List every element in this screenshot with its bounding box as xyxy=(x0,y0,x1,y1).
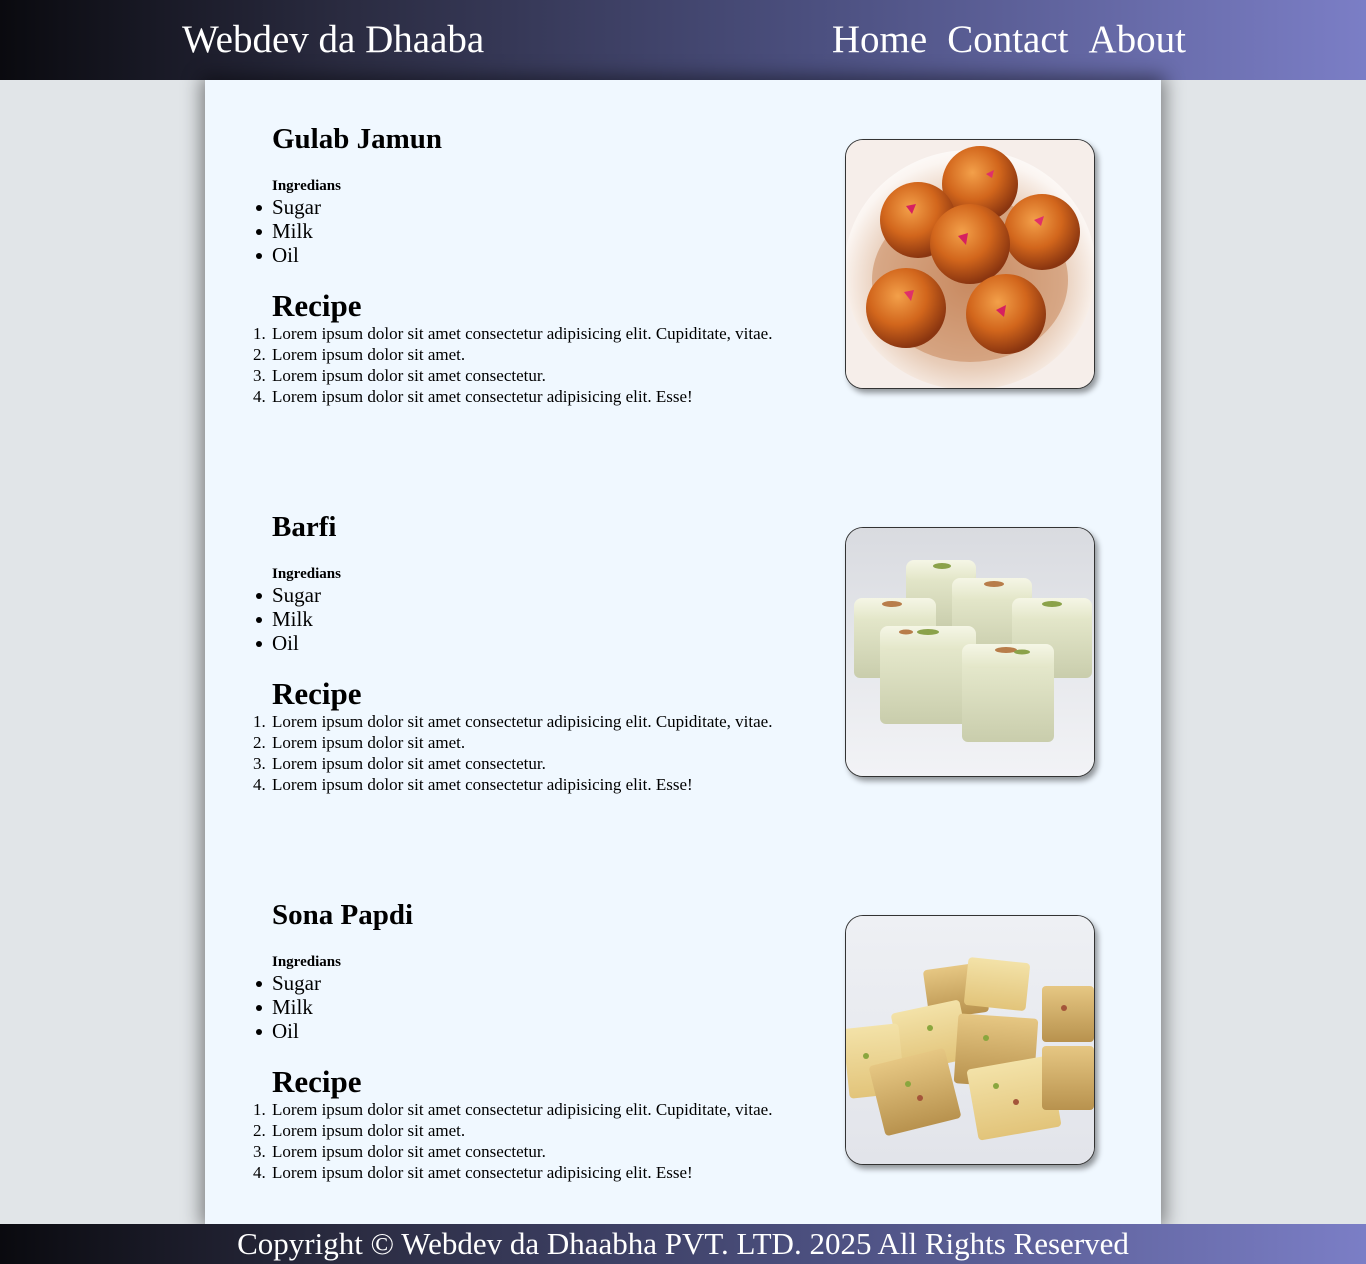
recipe-step: Lorem ipsum dolor sit amet consectetur. xyxy=(253,365,546,386)
ingredient-item: Milk xyxy=(256,219,321,243)
recipe-step: Lorem ipsum dolor sit amet consectetur a… xyxy=(253,323,773,344)
nav-about-link[interactable]: About xyxy=(1089,16,1187,64)
ingredient-item: Sugar xyxy=(256,583,321,607)
recipe-step: Lorem ipsum dolor sit amet consectetur a… xyxy=(253,711,773,732)
dish-card-sona-papdi: Sona Papdi Ingredians Sugar Milk Oil Rec… xyxy=(205,856,1161,1244)
recipe-step: Lorem ipsum dolor sit amet consectetur. xyxy=(253,753,546,774)
recipe-title: Recipe xyxy=(272,288,362,323)
copyright-text: Copyright © Webdev da Dhaabha PVT. LTD. … xyxy=(237,1226,1129,1261)
nav-home-link[interactable]: Home xyxy=(832,16,927,64)
ingredients-list: Sugar Milk Oil xyxy=(256,583,321,655)
recipe-step: Lorem ipsum dolor sit amet consectetur a… xyxy=(253,386,693,407)
ingredient-item: Milk xyxy=(256,995,321,1019)
recipe-steps: Lorem ipsum dolor sit amet consectetur a… xyxy=(253,711,773,795)
recipe-step: Lorem ipsum dolor sit amet. xyxy=(253,1120,466,1141)
dish-card-gulab-jamun: Gulab Jamun Ingredians Sugar Milk Oil Re… xyxy=(205,80,1161,468)
ingredients-label: Ingredians xyxy=(272,954,341,970)
dish-title: Gulab Jamun xyxy=(272,123,443,155)
recipe-title: Recipe xyxy=(272,1064,362,1099)
gulab-jamun-image xyxy=(845,139,1095,389)
ingredient-item: Sugar xyxy=(256,195,321,219)
ingredients-label: Ingredians xyxy=(272,566,341,582)
site-brand[interactable]: Webdev da Dhaaba xyxy=(182,16,484,64)
recipe-steps: Lorem ipsum dolor sit amet consectetur a… xyxy=(253,323,773,407)
ingredients-list: Sugar Milk Oil xyxy=(256,971,321,1043)
ingredient-item: Oil xyxy=(256,1019,321,1043)
ingredients-list: Sugar Milk Oil xyxy=(256,195,321,267)
main-content: Gulab Jamun Ingredians Sugar Milk Oil Re… xyxy=(205,80,1161,1224)
dish-title: Barfi xyxy=(272,511,337,543)
nav-links: Home Contact About xyxy=(832,16,1186,64)
recipe-step: Lorem ipsum dolor sit amet consectetur a… xyxy=(253,774,693,795)
recipe-step: Lorem ipsum dolor sit amet. xyxy=(253,732,466,753)
recipe-steps: Lorem ipsum dolor sit amet consectetur a… xyxy=(253,1099,773,1183)
nav-contact-link[interactable]: Contact xyxy=(947,16,1068,64)
dish-card-barfi: Barfi Ingredians Sugar Milk Oil Recipe L… xyxy=(205,468,1161,856)
recipe-step: Lorem ipsum dolor sit amet consectetur a… xyxy=(253,1099,773,1120)
ingredient-item: Sugar xyxy=(256,971,321,995)
recipe-step: Lorem ipsum dolor sit amet consectetur. xyxy=(253,1141,546,1162)
recipe-step: Lorem ipsum dolor sit amet consectetur a… xyxy=(253,1162,693,1183)
recipe-title: Recipe xyxy=(272,676,362,711)
barfi-image xyxy=(845,527,1095,777)
recipe-step: Lorem ipsum dolor sit amet. xyxy=(253,344,466,365)
ingredient-item: Milk xyxy=(256,607,321,631)
dish-title: Sona Papdi xyxy=(272,899,414,931)
sona-papdi-image xyxy=(845,915,1095,1165)
navbar: Webdev da Dhaaba Home Contact About xyxy=(0,0,1366,80)
ingredient-item: Oil xyxy=(256,631,321,655)
footer: Copyright © Webdev da Dhaabha PVT. LTD. … xyxy=(0,1224,1366,1264)
ingredients-label: Ingredians xyxy=(272,178,341,194)
ingredient-item: Oil xyxy=(256,243,321,267)
